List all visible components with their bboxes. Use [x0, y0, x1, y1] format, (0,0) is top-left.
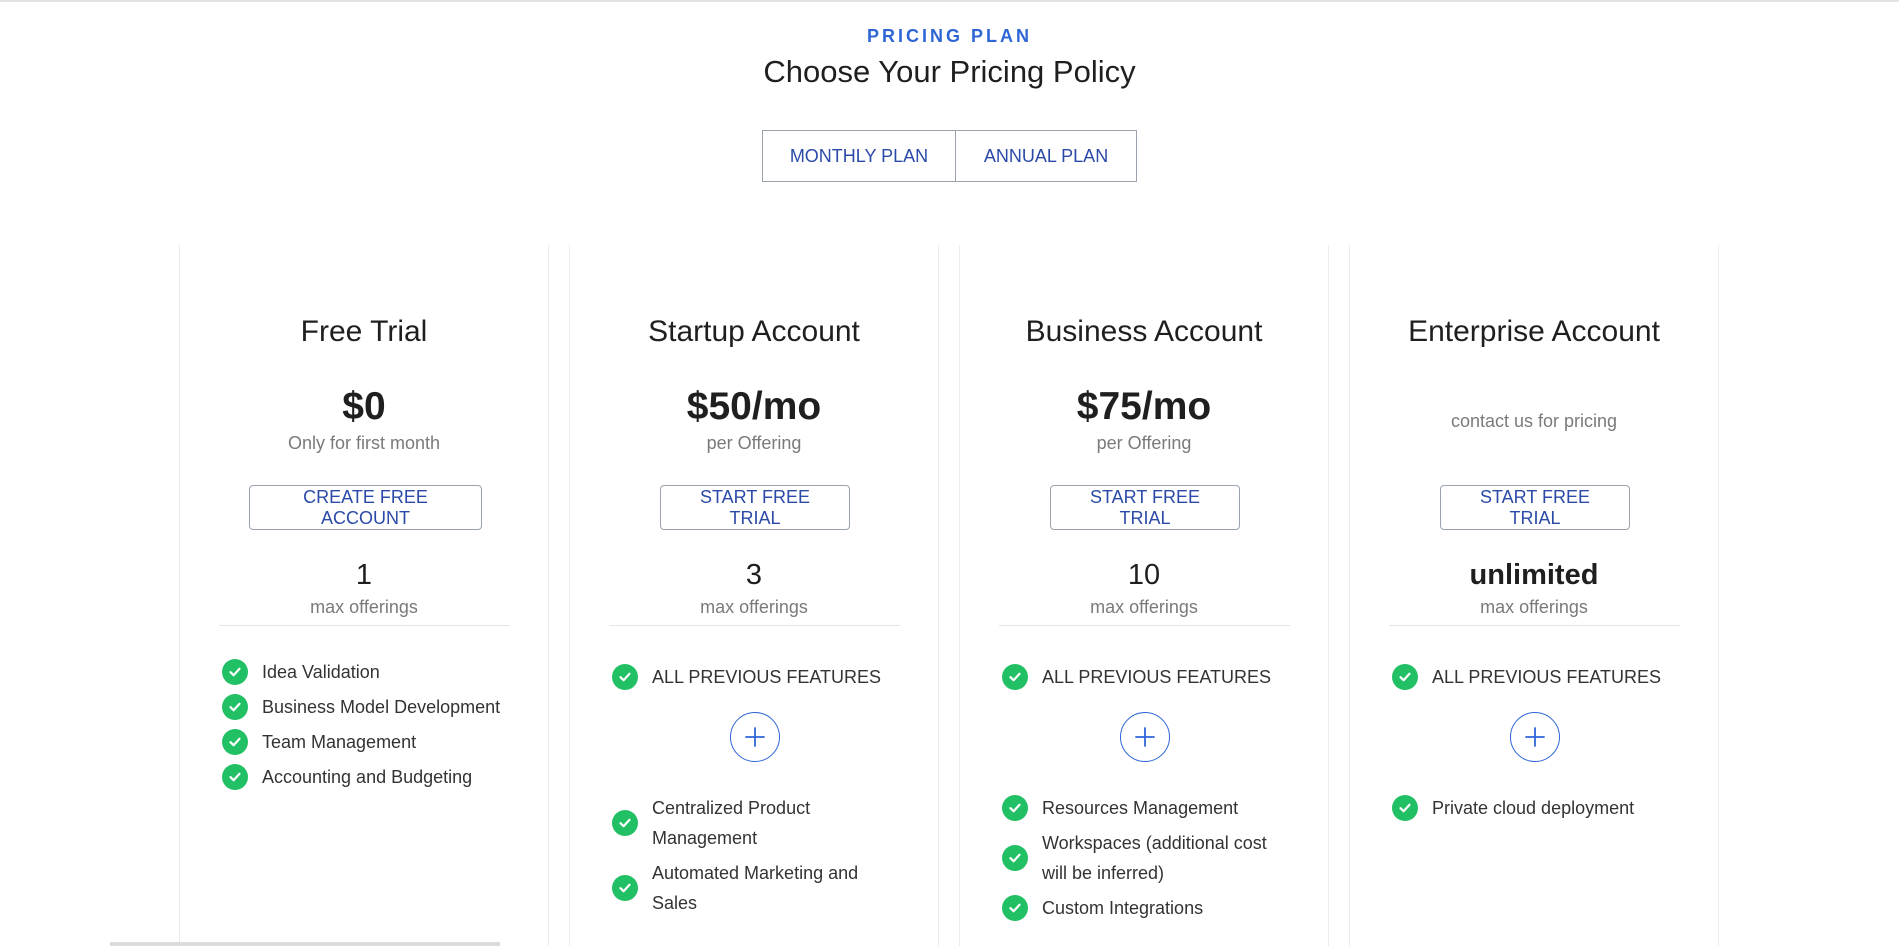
feature-label: Custom Integrations — [1042, 898, 1204, 918]
max-offerings-label: max offerings — [700, 597, 808, 617]
start-free-trial-button[interactable]: START FREE TRIAL — [1050, 485, 1240, 530]
check-circle-icon — [612, 664, 638, 690]
feature-label: ALL PREVIOUS FEATURES — [1042, 667, 1272, 687]
check-circle-icon — [1002, 664, 1028, 690]
plan-price-note: Only for first month — [287, 433, 441, 453]
feature-label: Team Management — [262, 732, 417, 752]
feature-label: Workspaces (additional cost will be infe… — [1042, 833, 1267, 883]
feature-label: Centralized Product Management — [652, 798, 811, 848]
plan-price: $0 — [342, 385, 386, 428]
plus-circle-icon[interactable] — [1120, 712, 1170, 762]
check-circle-icon — [1002, 895, 1028, 921]
feature-item: Idea Validation — [222, 657, 522, 687]
feature-label: Business Model Development — [262, 697, 501, 717]
start-free-trial-button[interactable]: START FREE TRIAL — [660, 485, 850, 530]
all-previous-features: ALL PREVIOUS FEATURES — [1002, 662, 1302, 692]
feature-item: Accounting and Budgeting — [222, 762, 522, 792]
card-divider — [609, 625, 900, 626]
feature-item: Private cloud deployment — [1392, 793, 1692, 823]
feature-item: Custom Integrations — [1002, 893, 1302, 923]
feature-item: Centralized Product Management — [612, 793, 912, 853]
feature-label: Accounting and Budgeting — [262, 767, 473, 787]
page-title: Choose Your Pricing Policy — [763, 54, 1136, 89]
max-offerings-label: max offerings — [1480, 597, 1588, 617]
card-divider — [219, 625, 510, 626]
create-free-account-button[interactable]: CREATE FREE ACCOUNT — [249, 485, 482, 530]
max-offerings-count: 3 — [745, 559, 763, 591]
check-circle-icon — [222, 694, 248, 720]
start-free-trial-button[interactable]: START FREE TRIAL — [1440, 485, 1630, 530]
plan-name: Business Account — [1025, 315, 1263, 348]
check-circle-icon — [612, 810, 638, 836]
feature-label: Resources Management — [1042, 798, 1239, 818]
section-eyebrow: PRICING PLAN — [866, 26, 1032, 46]
plan-name: Enterprise Account — [1408, 315, 1660, 348]
feature-item: Resources Management — [1002, 793, 1302, 823]
feature-label: Automated Marketing and Sales — [652, 863, 859, 913]
max-offerings-label: max offerings — [1090, 597, 1198, 617]
feature-label: Idea Validation — [262, 662, 380, 682]
card-divider — [1389, 625, 1680, 626]
feature-item: Automated Marketing and Sales — [612, 858, 912, 918]
annual-plan-button[interactable]: ANNUAL PLAN — [956, 130, 1137, 182]
max-offerings-label: max offerings — [310, 597, 418, 617]
feature-label: Private cloud deployment — [1432, 798, 1635, 818]
check-circle-icon — [1392, 664, 1418, 690]
card-divider — [999, 625, 1290, 626]
all-previous-features: ALL PREVIOUS FEATURES — [1392, 662, 1692, 692]
feature-item: Workspaces (additional cost will be infe… — [1002, 828, 1302, 888]
plan-name: Startup Account — [648, 315, 860, 348]
feature-label: ALL PREVIOUS FEATURES — [652, 667, 882, 687]
feature-label: ALL PREVIOUS FEATURES — [1432, 667, 1662, 687]
plus-circle-icon[interactable] — [730, 712, 780, 762]
check-circle-icon — [1392, 795, 1418, 821]
plan-price: $75/mo — [1076, 385, 1212, 428]
plus-circle-icon[interactable] — [1510, 712, 1560, 762]
check-circle-icon — [1002, 795, 1028, 821]
monthly-plan-button[interactable]: MONTHLY PLAN — [762, 130, 956, 182]
plan-price-note: contact us for pricing — [1450, 411, 1618, 431]
max-offerings-count: 10 — [1127, 559, 1161, 591]
horizontal-scrollbar[interactable] — [110, 942, 500, 946]
plan-card-startup: Startup Account $50/mo per Offering STAR… — [569, 245, 939, 946]
plan-card-free-trial: Free Trial $0 Only for first month CREAT… — [179, 245, 549, 946]
plan-card-enterprise: Enterprise Account contact us for pricin… — [1349, 245, 1719, 946]
plan-price: $50/mo — [686, 385, 822, 428]
plan-price-note: per Offering — [706, 433, 802, 453]
all-previous-features: ALL PREVIOUS FEATURES — [612, 662, 912, 692]
check-circle-icon — [222, 659, 248, 685]
check-circle-icon — [222, 729, 248, 755]
max-offerings-count: unlimited — [1469, 559, 1599, 591]
feature-item: Team Management — [222, 727, 522, 757]
feature-item: Business Model Development — [222, 692, 522, 722]
check-circle-icon — [222, 764, 248, 790]
check-circle-icon — [612, 875, 638, 901]
top-border — [0, 0, 1899, 2]
plan-period-toggle: MONTHLY PLAN ANNUAL PLAN — [762, 130, 1137, 182]
plan-card-business: Business Account $75/mo per Offering STA… — [959, 245, 1329, 946]
max-offerings-count: 1 — [355, 559, 373, 591]
plan-name: Free Trial — [300, 315, 428, 348]
check-circle-icon — [1002, 845, 1028, 871]
plan-price-note: per Offering — [1096, 433, 1192, 453]
